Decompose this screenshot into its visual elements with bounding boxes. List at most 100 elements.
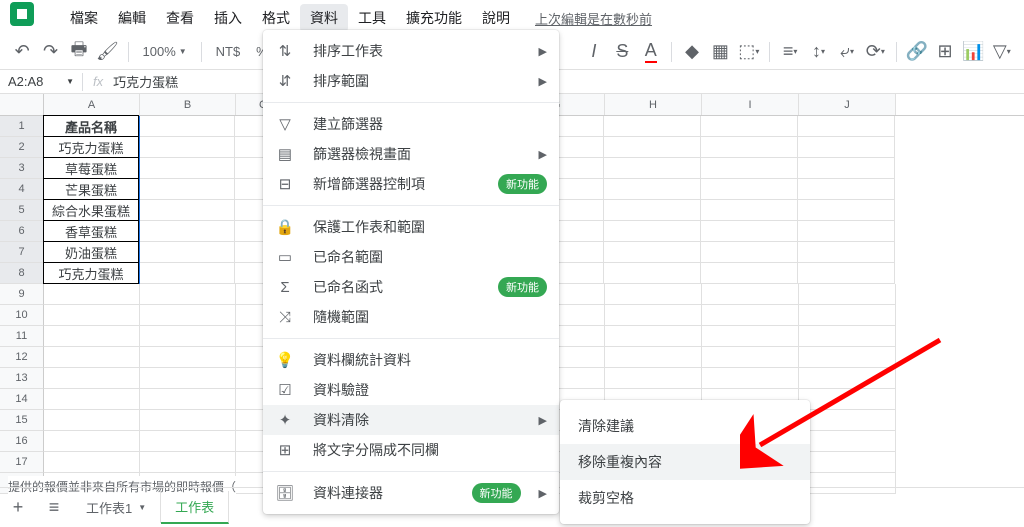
row-header[interactable]: 10 (0, 305, 44, 326)
fill-color-icon[interactable]: ◆ (680, 39, 704, 65)
print-icon[interactable]: 🖶 (67, 39, 91, 65)
sheet-tab-1[interactable]: 工作表1▼ (72, 492, 161, 523)
cell[interactable]: 產品名稱 (43, 115, 139, 137)
cell[interactable] (140, 368, 236, 389)
cell[interactable] (798, 242, 895, 263)
cell[interactable] (799, 389, 896, 410)
cell[interactable] (44, 326, 140, 347)
link-icon[interactable]: 🔗 (904, 39, 928, 65)
menu-item-sort-sheet[interactable]: ⇅排序工作表▶ (263, 36, 559, 66)
halign-icon[interactable]: ≡▾ (778, 39, 802, 65)
cell[interactable] (702, 368, 799, 389)
cell[interactable] (44, 284, 140, 305)
sheets-logo[interactable] (10, 2, 34, 26)
cell[interactable] (44, 305, 140, 326)
menu-extensions[interactable]: 擴充功能 (396, 4, 472, 32)
cell[interactable] (44, 452, 140, 473)
menu-item-add-slicer[interactable]: ⊟新增篩選器控制項新功能 (263, 169, 559, 199)
cell[interactable] (139, 179, 235, 200)
col-header-I[interactable]: I (702, 94, 799, 115)
menu-item-split-text[interactable]: ⊞將文字分隔成不同欄 (263, 435, 559, 465)
cell[interactable] (139, 116, 235, 137)
formula-value[interactable]: 巧克力蛋糕 (113, 72, 178, 91)
menu-view[interactable]: 查看 (156, 4, 204, 32)
row-header[interactable]: 5 (0, 200, 44, 221)
row-header[interactable]: 4 (0, 179, 44, 200)
chart-icon[interactable]: 📊 (961, 39, 985, 65)
cell[interactable] (604, 263, 701, 284)
cell[interactable] (798, 221, 895, 242)
cell[interactable] (798, 116, 895, 137)
cell[interactable] (139, 137, 235, 158)
row-header[interactable]: 17 (0, 452, 44, 473)
submenu-item[interactable]: 裁剪空格 (560, 480, 810, 516)
cell[interactable] (799, 410, 896, 431)
menu-item-column-stats[interactable]: 💡資料欄統計資料 (263, 345, 559, 375)
text-color-icon[interactable]: A (639, 39, 663, 65)
cell[interactable] (604, 116, 701, 137)
cell[interactable] (702, 326, 799, 347)
currency-btn[interactable]: NT$ (210, 44, 247, 59)
cell[interactable]: 巧克力蛋糕 (43, 136, 139, 158)
menu-format[interactable]: 格式 (252, 4, 300, 32)
menu-help[interactable]: 說明 (472, 4, 520, 32)
cell[interactable]: 巧克力蛋糕 (43, 262, 139, 284)
cell[interactable] (701, 158, 798, 179)
cell[interactable] (605, 347, 702, 368)
cell[interactable] (799, 305, 896, 326)
menu-item-filter[interactable]: ▽建立篩選器 (263, 109, 559, 139)
strikethrough-icon[interactable]: S (610, 39, 634, 65)
rotate-icon[interactable]: ⟳▾ (863, 39, 887, 65)
cell[interactable] (140, 431, 236, 452)
col-header-B[interactable]: B (140, 94, 236, 115)
undo-icon[interactable]: ↶ (10, 39, 34, 65)
cell[interactable] (702, 284, 799, 305)
row-header[interactable]: 13 (0, 368, 44, 389)
italic-icon[interactable]: I (582, 39, 606, 65)
cell[interactable] (799, 368, 896, 389)
cell[interactable] (44, 389, 140, 410)
menu-item-cleanup[interactable]: ✦資料清除▶ (263, 405, 559, 435)
cell[interactable] (701, 200, 798, 221)
cell[interactable] (605, 305, 702, 326)
cell[interactable] (140, 389, 236, 410)
cell[interactable] (798, 200, 895, 221)
cell[interactable] (798, 179, 895, 200)
cell[interactable] (140, 347, 236, 368)
select-all-corner[interactable] (0, 94, 44, 115)
row-header[interactable]: 16 (0, 431, 44, 452)
menu-data[interactable]: 資料 (300, 4, 348, 32)
row-header[interactable]: 3 (0, 158, 44, 179)
cell[interactable]: 香草蛋糕 (43, 220, 139, 242)
menu-item-data-validation[interactable]: ☑資料驗證 (263, 375, 559, 405)
cell[interactable] (44, 347, 140, 368)
cell[interactable] (139, 221, 235, 242)
row-header[interactable]: 8 (0, 263, 44, 284)
all-sheets-button[interactable]: ≡ (36, 497, 72, 518)
row-header[interactable]: 11 (0, 326, 44, 347)
menu-tools[interactable]: 工具 (348, 4, 396, 32)
row-header[interactable]: 6 (0, 221, 44, 242)
menu-item-filter-view[interactable]: ▤篩選器檢視畫面▶ (263, 139, 559, 169)
cell[interactable] (798, 137, 895, 158)
menu-item-named-fn[interactable]: Σ已命名函式新功能 (263, 272, 559, 302)
cell[interactable] (139, 263, 235, 284)
borders-icon[interactable]: ▦ (708, 39, 732, 65)
cell[interactable] (140, 284, 236, 305)
cell[interactable] (605, 326, 702, 347)
name-box[interactable]: A2:A8▼ (0, 74, 82, 89)
cell[interactable] (140, 452, 236, 473)
merge-icon[interactable]: ⬚▾ (737, 39, 761, 65)
row-header[interactable]: 7 (0, 242, 44, 263)
cell[interactable] (702, 347, 799, 368)
menu-item-randomize[interactable]: ⤨隨機範圍 (263, 302, 559, 332)
cell[interactable] (701, 221, 798, 242)
cell[interactable] (799, 326, 896, 347)
cell[interactable] (604, 242, 701, 263)
cell[interactable]: 奶油蛋糕 (43, 241, 139, 263)
cell[interactable]: 草莓蛋糕 (43, 157, 139, 179)
cell[interactable] (702, 305, 799, 326)
redo-icon[interactable]: ↷ (38, 39, 62, 65)
cell[interactable] (44, 410, 140, 431)
valign-icon[interactable]: ↕▾ (806, 39, 830, 65)
